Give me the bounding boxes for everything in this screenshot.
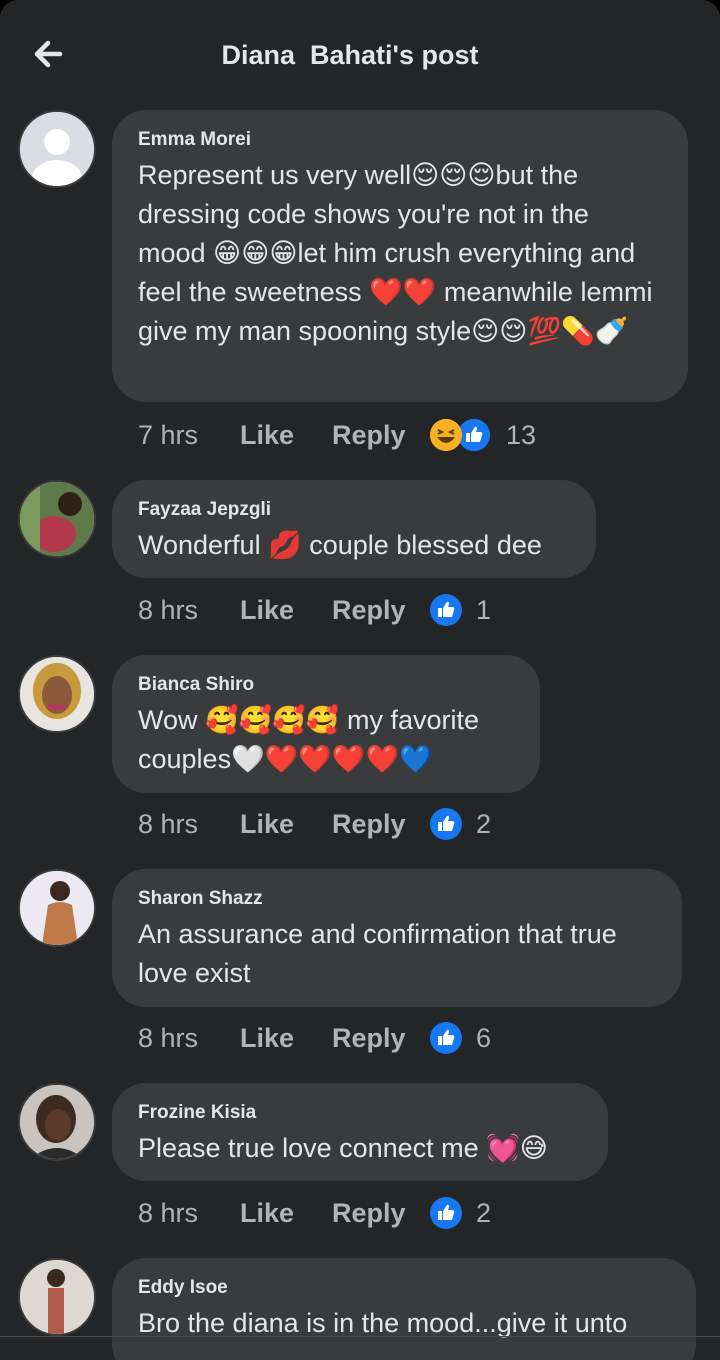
like-button[interactable]: Like (240, 420, 332, 451)
reactions-summary[interactable]: 13 (430, 417, 536, 453)
user-photo-icon (20, 1085, 94, 1159)
header: Diana Bahati's post (0, 0, 720, 110)
comment-time[interactable]: 8 hrs (138, 809, 240, 840)
comment-author[interactable]: Emma Morei (138, 128, 662, 152)
comment-bubble[interactable]: Fayzaa Jepzgli Wonderful 💋 couple blesse… (112, 480, 596, 578)
comment-time[interactable]: 8 hrs (138, 595, 240, 626)
comment-bubble[interactable]: Eddy Isoe Bro the diana is in the mood..… (112, 1258, 696, 1360)
reactions-summary[interactable]: 2 (430, 808, 491, 840)
page-title: Diana Bahati's post (221, 40, 479, 70)
comment-bubble[interactable]: Bianca Shiro Wow 🥰🥰🥰🥰 my favorite couple… (112, 655, 540, 793)
comment-bubble[interactable]: Emma Morei Represent us very well😌😌😌but … (112, 110, 688, 402)
default-avatar-icon (20, 112, 94, 186)
divider (0, 1336, 720, 1337)
like-button[interactable]: Like (240, 809, 332, 840)
comment-author[interactable]: Eddy Isoe (138, 1276, 670, 1300)
comment-actions: 8 hrs Like Reply 2 (138, 804, 491, 844)
comment-text: An assurance and confirmation that true … (138, 919, 625, 988)
comment-text: Bro the diana is in the mood...give it u… (138, 1308, 628, 1338)
comment-author[interactable]: Bianca Shiro (138, 673, 514, 697)
reply-button[interactable]: Reply (332, 420, 430, 451)
reaction-count: 6 (476, 1022, 492, 1053)
user-photo-icon (20, 657, 94, 731)
comment-actions: 8 hrs Like Reply 1 (138, 590, 491, 630)
reaction-count: 2 (476, 1197, 492, 1228)
like-icon (430, 1022, 462, 1054)
like-button[interactable]: Like (240, 595, 332, 626)
comments-screen: Diana Bahati's post Emma Morei Represent… (0, 0, 720, 1360)
user-photo-icon (20, 871, 94, 945)
reaction-count: 13 (506, 419, 537, 450)
reaction-count: 2 (476, 808, 492, 839)
haha-icon (430, 419, 462, 451)
reply-button[interactable]: Reply (332, 809, 430, 840)
avatar[interactable] (18, 869, 96, 947)
like-icon (430, 594, 462, 626)
comment-actions: 8 hrs Like Reply 2 (138, 1193, 491, 1233)
comment-text: Wonderful 💋 couple blessed dee (138, 530, 542, 560)
avatar[interactable] (18, 655, 96, 733)
avatar[interactable] (18, 480, 96, 558)
comment-time[interactable]: 7 hrs (138, 420, 240, 451)
user-photo-icon (20, 482, 94, 556)
comment-bubble[interactable] (112, 1352, 692, 1360)
comment-bubble[interactable]: Frozine Kisia Please true love connect m… (112, 1083, 608, 1181)
reply-button[interactable]: Reply (332, 1198, 430, 1229)
reply-button[interactable]: Reply (332, 1023, 430, 1054)
comment-text: Please true love connect me 💓😅 (138, 1133, 548, 1163)
reactions-summary[interactable]: 2 (430, 1197, 491, 1229)
comment-bubble[interactable]: Sharon Shazz An assurance and confirmati… (112, 869, 682, 1007)
comment-author[interactable]: Sharon Shazz (138, 887, 656, 911)
like-button[interactable]: Like (240, 1198, 332, 1229)
reply-button[interactable]: Reply (332, 595, 430, 626)
comment-actions: 8 hrs Like Reply 6 (138, 1018, 491, 1058)
reactions-summary[interactable]: 6 (430, 1022, 491, 1054)
comment-author[interactable]: Frozine Kisia (138, 1101, 582, 1125)
reactions-summary[interactable]: 1 (430, 594, 491, 626)
comment-author[interactable]: Fayzaa Jepzgli (138, 498, 570, 522)
comment-actions: 7 hrs Like Reply 13 (138, 415, 536, 455)
comment-text: Wow 🥰🥰🥰🥰 my favorite couples🤍❤️❤️❤️❤️💙 (138, 705, 487, 774)
user-photo-icon (20, 1260, 94, 1334)
avatar[interactable] (18, 1083, 96, 1161)
like-icon (430, 1197, 462, 1229)
comment-time[interactable]: 8 hrs (138, 1198, 240, 1229)
avatar[interactable] (18, 110, 96, 188)
comment-text: Represent us very well😌😌😌but the dressin… (138, 160, 660, 346)
like-icon (430, 808, 462, 840)
avatar[interactable] (18, 1258, 96, 1336)
comment-time[interactable]: 8 hrs (138, 1023, 240, 1054)
like-button[interactable]: Like (240, 1023, 332, 1054)
reaction-count: 1 (476, 594, 492, 625)
